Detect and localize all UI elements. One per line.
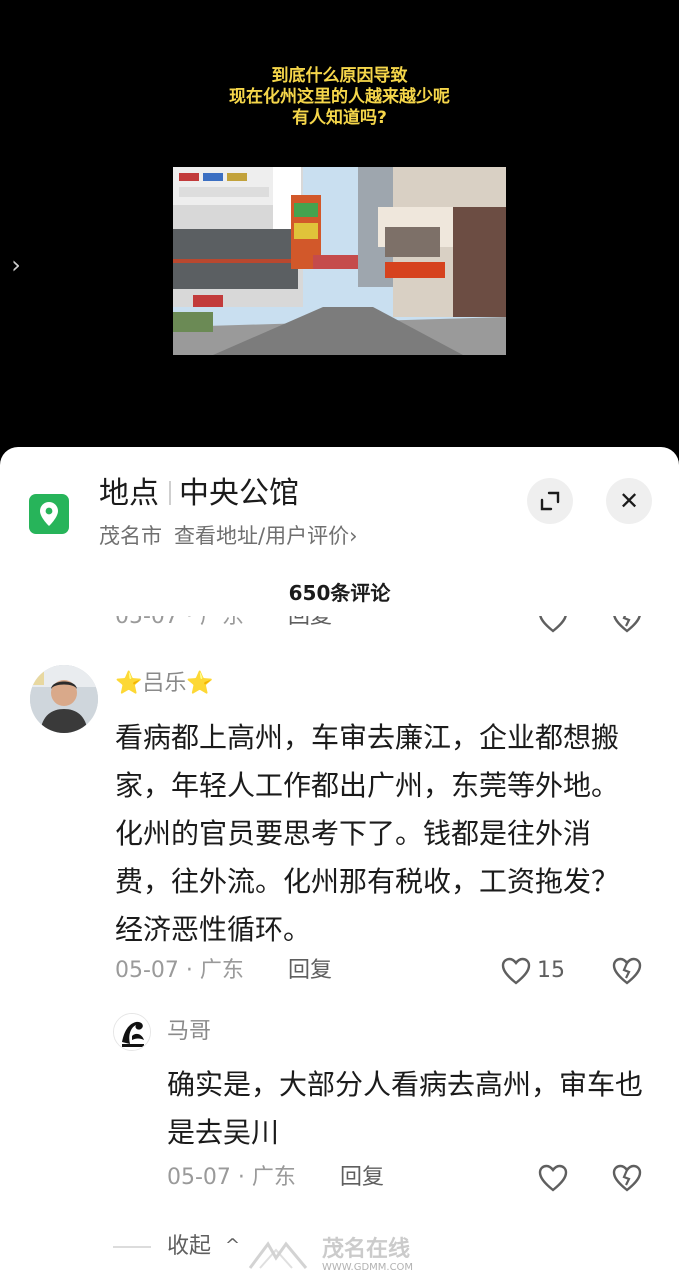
comments-sheet: 地点 中央公馆 茂名市 查看地址/用户评价› ✕ 650条评论 05-07 · 广东… [0, 447, 679, 1280]
heart-icon[interactable] [537, 616, 569, 634]
expand-button[interactable] [527, 478, 573, 524]
comment-meta: 05-07 · 广东 [167, 1165, 296, 1190]
dislike-icon[interactable] [611, 616, 643, 634]
heart-icon[interactable] [537, 1163, 569, 1193]
place-title[interactable]: 地点 中央公馆 [99, 475, 299, 513]
chevron-right-icon[interactable]: › [6, 252, 26, 278]
place-label: 地点 [99, 476, 159, 511]
comment-author[interactable]: ⭐吕乐⭐ [115, 669, 214, 699]
chevron-up-icon: ^ [225, 1235, 241, 1256]
title-divider [169, 481, 171, 505]
comment-count: 650条评论 [288, 581, 391, 605]
place-city: 茂名市 [99, 524, 162, 548]
expand-icon [540, 491, 560, 511]
reply-author[interactable]: 马哥 [167, 1017, 211, 1047]
like-count: 15 [537, 958, 565, 983]
view-address-link[interactable]: 查看地址/用户评价 [174, 524, 349, 548]
video-player[interactable]: 到底什么原因导致 现在化州这里的人越来越少呢 有人知道吗? › [0, 0, 679, 460]
reply-text: 确实是，大部分人看病去高州，审车也是去吴川 [167, 1068, 644, 1149]
reply-button[interactable]: 回复 [340, 1163, 384, 1193]
comment-meta: 05-07 · 广东 [115, 616, 244, 629]
video-caption: 到底什么原因导致 现在化州这里的人越来越少呢 有人知道吗? [0, 66, 679, 129]
dislike-icon[interactable] [611, 956, 643, 986]
divider-line [113, 1246, 151, 1248]
chevron-right-icon: › [349, 524, 358, 548]
reply-button[interactable]: 回复 [288, 616, 332, 632]
video-frame[interactable] [173, 167, 506, 355]
street-scene-image [173, 167, 506, 355]
caption-line: 到底什么原因导致 [271, 66, 408, 86]
previous-comment-actions: 05-07 · 广东 回复 [0, 616, 679, 638]
collapse-label: 收起 [167, 1234, 212, 1259]
caption-line: 现在化州这里的人越来越少呢 [229, 87, 450, 107]
comment-text: 看病都上高州，车审去廉江，企业都想搬家，年轻人工作都出广州，东莞等外地。化州的官… [115, 721, 620, 946]
close-icon: ✕ [618, 487, 640, 515]
dislike-icon[interactable] [611, 1163, 643, 1193]
location-pin-icon[interactable] [29, 494, 69, 534]
avatar[interactable] [113, 1013, 151, 1051]
heart-icon[interactable] [500, 956, 532, 986]
place-name: 中央公馆 [179, 476, 299, 511]
reply-button[interactable]: 回复 [288, 956, 332, 986]
comment-meta: 05-07 · 广东 [115, 958, 244, 983]
close-button[interactable]: ✕ [606, 478, 652, 524]
avatar[interactable] [30, 665, 98, 733]
place-subtitle[interactable]: 茂名市 查看地址/用户评价› [99, 522, 357, 550]
caption-line: 有人知道吗? [292, 108, 387, 128]
